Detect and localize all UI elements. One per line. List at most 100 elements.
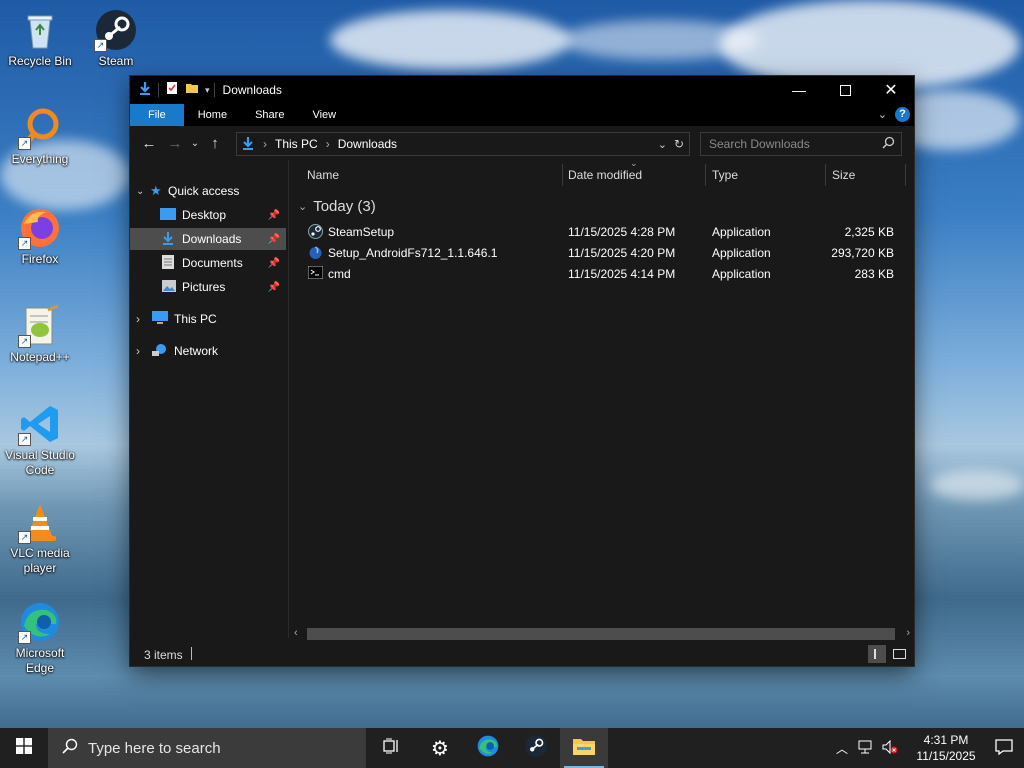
tab-file[interactable]: File — [130, 104, 184, 126]
properties-icon[interactable] — [165, 81, 179, 100]
breadcrumb-separator-icon[interactable]: › — [263, 137, 267, 151]
breadcrumb-separator-icon[interactable]: › — [326, 137, 330, 151]
pin-icon[interactable]: 📌 — [268, 210, 280, 221]
tab-view[interactable]: View — [298, 104, 350, 126]
clock-time: 4:31 PM — [923, 733, 969, 747]
breadcrumb-downloads[interactable]: Downloads — [338, 137, 397, 151]
item-count: 3 items — [144, 648, 183, 662]
forward-button[interactable]: → — [162, 135, 188, 152]
recent-locations-button[interactable]: ⌄ — [188, 138, 202, 149]
sidebar-item-label: Documents — [182, 256, 243, 270]
show-hidden-icons-icon[interactable]: ︿ — [830, 740, 854, 757]
taskbar-search[interactable]: Type here to search — [48, 728, 366, 768]
address-dropdown-icon[interactable]: ⌄ — [658, 138, 667, 151]
sidebar-item-desktop[interactable]: Desktop 📌 — [130, 204, 286, 226]
file-type: Application — [712, 246, 771, 260]
desktop-icon-vlc[interactable]: ↗ VLC media player — [0, 500, 80, 576]
file-row-steamsetup[interactable]: SteamSetup 11/15/2025 4:28 PM Applicatio… — [304, 222, 904, 243]
scrollbar-thumb[interactable] — [307, 628, 895, 640]
close-button[interactable]: ✕ — [868, 76, 914, 104]
help-icon[interactable]: ? — [895, 107, 910, 122]
chevron-right-icon[interactable]: › — [136, 344, 152, 358]
pictures-folder-icon — [162, 279, 182, 295]
desktop-icon-recycle-bin[interactable]: Recycle Bin — [0, 8, 80, 69]
chevron-down-icon[interactable]: ⌄ — [136, 186, 150, 197]
taskbar-steam[interactable] — [512, 728, 560, 768]
pin-icon[interactable]: 📌 — [268, 258, 280, 269]
column-size[interactable]: Size — [832, 168, 855, 182]
downloads-arrow-icon — [138, 81, 152, 100]
new-folder-icon[interactable] — [185, 81, 199, 100]
column-date-modified[interactable]: Date modified — [568, 168, 642, 182]
folder-icon — [572, 736, 596, 761]
minimize-icon: — — [792, 82, 806, 98]
sidebar-item-quick-access[interactable]: ⌄ ★ Quick access — [130, 180, 286, 202]
file-size: 283 KB — [854, 267, 894, 281]
column-type[interactable]: Type — [712, 168, 738, 182]
maximize-button[interactable] — [822, 76, 868, 104]
scroll-right-icon[interactable]: › — [906, 627, 910, 639]
refresh-icon[interactable]: ↻ — [674, 137, 684, 151]
horizontal-scrollbar[interactable]: ‹ › — [290, 626, 914, 642]
up-button[interactable]: ↑ — [202, 135, 228, 152]
minimize-button[interactable]: — — [776, 76, 822, 104]
network-icon — [152, 343, 174, 360]
desktop-icon-firefox[interactable]: ↗ Firefox — [0, 206, 80, 267]
quick-access-toolbar: ▾ — [130, 81, 210, 100]
details-view-button[interactable] — [868, 645, 886, 663]
details-view-icon — [874, 649, 882, 659]
desktop-icon-everything[interactable]: ↗ Everything — [0, 106, 80, 167]
address-bar[interactable]: › This PC › Downloads ⌄ ↻ — [236, 132, 690, 156]
column-name[interactable]: Name — [307, 168, 339, 182]
sidebar-item-network[interactable]: › Network — [130, 340, 286, 362]
shortcut-arrow-icon: ↗ — [18, 531, 31, 544]
taskbar-file-explorer[interactable] — [560, 728, 608, 768]
task-view-button[interactable] — [368, 728, 416, 768]
tab-share[interactable]: Share — [241, 104, 298, 126]
pin-icon[interactable]: 📌 — [268, 282, 280, 293]
taskbar-settings[interactable]: ⚙ — [416, 728, 464, 768]
network-status-icon[interactable] — [854, 740, 878, 757]
sidebar-item-this-pc[interactable]: › This PC — [130, 308, 286, 330]
desktop-icon-steam[interactable]: ↗ Steam — [76, 8, 156, 69]
scroll-left-icon[interactable]: ‹ — [294, 627, 298, 639]
notification-center-icon[interactable] — [984, 738, 1024, 758]
sidebar-item-documents[interactable]: Documents 📌 — [130, 252, 286, 274]
file-name: SteamSetup — [328, 225, 395, 239]
file-row-cmd[interactable]: cmd 11/15/2025 4:14 PM Application 283 K… — [304, 264, 904, 285]
breadcrumb-this-pc[interactable]: This PC — [275, 137, 318, 151]
start-button[interactable] — [0, 728, 48, 768]
customize-toolbar-icon[interactable]: ▾ — [205, 85, 210, 96]
desktop-icon-edge[interactable]: ↗ Microsoft Edge — [0, 600, 80, 676]
volume-muted-icon[interactable] — [878, 739, 902, 757]
chevron-right-icon[interactable]: › — [136, 312, 152, 326]
file-explorer-window[interactable]: ▾ Downloads — ✕ File Home Share View ⌄ ?… — [130, 76, 914, 666]
pin-icon[interactable]: 📌 — [268, 234, 280, 245]
file-list: Name ⌄ Date modified Type Size ⌄ Today (… — [290, 158, 914, 626]
taskbar-edge[interactable] — [464, 728, 512, 768]
sidebar-item-label: Pictures — [182, 280, 226, 294]
large-icons-view-button[interactable] — [890, 645, 908, 663]
windows-logo-icon — [16, 737, 32, 759]
expand-ribbon-icon[interactable]: ⌄ — [878, 108, 887, 121]
navigation-pane: ⌄ ★ Quick access Desktop 📌 Downloads 📌 D… — [130, 160, 289, 638]
title-bar[interactable]: ▾ Downloads — ✕ — [130, 76, 914, 104]
sidebar-item-downloads[interactable]: Downloads 📌 — [130, 228, 286, 250]
desktop-icon-notepad-plus-plus[interactable]: ↗ Notepad++ — [0, 304, 80, 365]
clock[interactable]: 4:31 PM 11/15/2025 — [908, 732, 984, 764]
file-row-setup-androidfs[interactable]: Setup_AndroidFs712_1.1.646.1 11/15/2025 … — [304, 243, 904, 264]
tab-home[interactable]: Home — [184, 104, 241, 126]
large-icons-view-icon — [893, 649, 906, 659]
group-header-today[interactable]: ⌄ Today (3) — [298, 198, 376, 215]
up-arrow-icon: ↑ — [211, 134, 219, 152]
sidebar-item-pictures[interactable]: Pictures 📌 — [130, 276, 286, 298]
search-input[interactable]: Search Downloads — [709, 137, 810, 151]
taskbar-search-input[interactable]: Type here to search — [88, 740, 221, 757]
desktop-icon-vscode[interactable]: ↗ Visual Studio Code — [0, 402, 80, 478]
back-button[interactable]: ← — [136, 135, 162, 152]
sidebar-item-label: Desktop — [182, 208, 227, 222]
downloads-location-icon — [241, 136, 255, 153]
chevron-down-icon: ⌄ — [190, 137, 200, 149]
shortcut-arrow-icon: ↗ — [18, 137, 31, 150]
search-box[interactable]: Search Downloads — [700, 132, 902, 156]
